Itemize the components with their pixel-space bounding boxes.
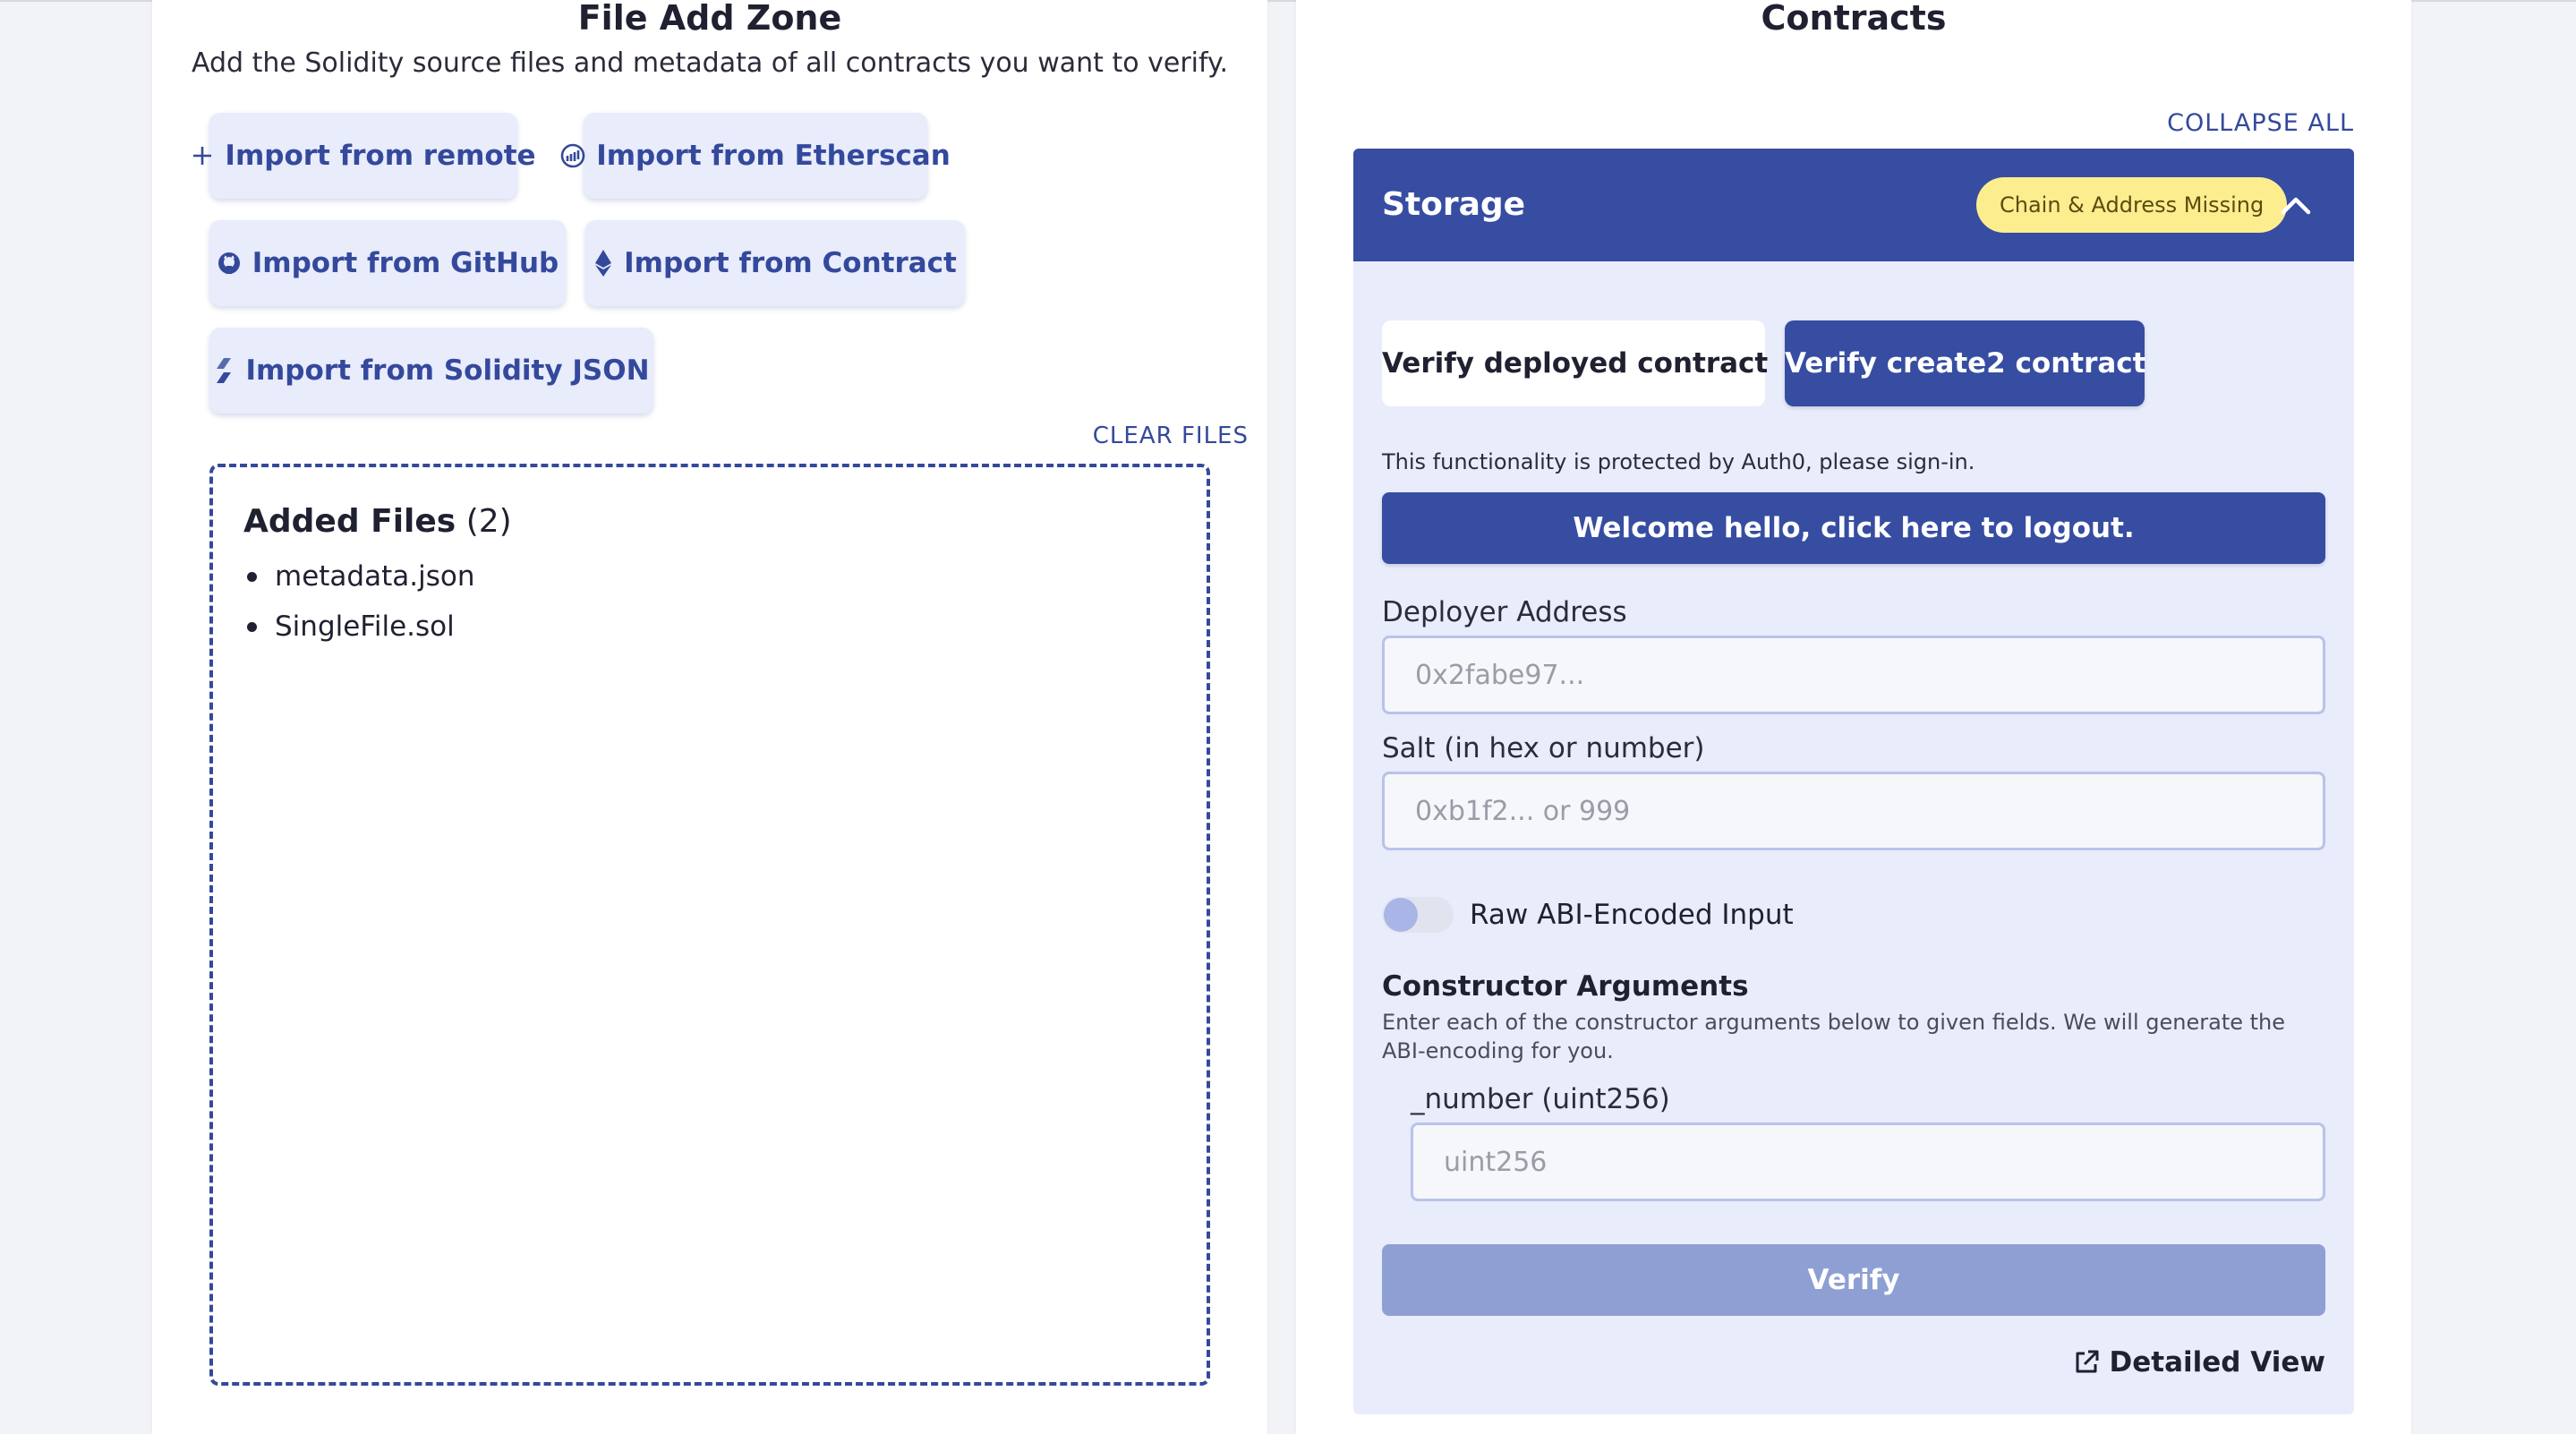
- chevron-up-icon[interactable]: [2273, 183, 2318, 227]
- detailed-view-label: Detailed View: [2109, 1346, 2326, 1379]
- added-files-heading: Added Files (2): [243, 503, 512, 540]
- raw-abi-toggle[interactable]: [1382, 897, 1454, 933]
- import-from-remote-label: Import from remote: [225, 140, 536, 172]
- contract-name: Storage: [1382, 186, 1526, 223]
- import-from-github-label: Import from GitHub: [252, 247, 559, 279]
- file-dropzone[interactable]: Added Files (2) metadata.json SingleFile…: [209, 464, 1210, 1386]
- auth-note: This functionality is protected by Auth0…: [1382, 449, 1975, 474]
- raw-abi-label: Raw ABI-Encoded Input: [1470, 899, 1794, 931]
- added-files-list: metadata.json SingleFile.sol: [243, 551, 474, 652]
- toggle-knob: [1384, 898, 1418, 932]
- added-files-count: (2): [465, 503, 512, 540]
- deployer-address-label: Deployer Address: [1382, 596, 1627, 628]
- etherscan-icon: [560, 143, 585, 168]
- number-arg-label: _number (uint256): [1411, 1083, 1670, 1115]
- constructor-arguments-title: Constructor Arguments: [1382, 970, 1749, 1003]
- external-link-icon: [2076, 1350, 2098, 1373]
- verify-button[interactable]: Verify: [1382, 1244, 2325, 1316]
- added-files-title: Added Files: [243, 503, 456, 540]
- import-from-etherscan-button[interactable]: Import from Etherscan: [560, 113, 951, 199]
- collapse-all-button[interactable]: COLLAPSE ALL: [2155, 109, 2354, 137]
- contracts-panel: Contracts COLLAPSE ALL Storage Chain & A…: [1296, 0, 2411, 1434]
- file-list-item: SingleFile.sol: [243, 602, 474, 652]
- constructor-arguments-description: Enter each of the constructor arguments …: [1382, 1010, 2286, 1063]
- import-from-github-button[interactable]: Import from GitHub: [209, 220, 566, 306]
- file-add-zone-panel: File Add Zone Add the Solidity source fi…: [152, 0, 1267, 1434]
- file-list-item: metadata.json: [243, 551, 474, 602]
- ethereum-icon: [595, 250, 612, 277]
- import-from-contract-label: Import from Contract: [624, 247, 957, 279]
- salt-input[interactable]: [1382, 772, 2325, 850]
- file-add-zone-title: File Add Zone: [577, 0, 842, 38]
- contracts-title: Contracts: [1761, 0, 1947, 38]
- solidity-icon: [217, 358, 232, 383]
- verify-create2-contract-button[interactable]: Verify create2 contract: [1785, 320, 2146, 406]
- detailed-view-link[interactable]: Detailed View: [2072, 1346, 2326, 1379]
- file-add-zone-subtitle: Add the Solidity source files and metada…: [191, 47, 1229, 79]
- contract-card: Storage Chain & Address Missing Verify d…: [1353, 149, 2354, 1414]
- import-from-remote-button[interactable]: Import from remote: [193, 113, 536, 199]
- salt-label: Salt (in hex or number): [1382, 732, 1705, 764]
- verify-deployed-contract-button[interactable]: Verify deployed contract: [1382, 320, 1768, 406]
- import-from-etherscan-label: Import from Etherscan: [596, 140, 951, 172]
- contract-card-header[interactable]: Storage Chain & Address Missing: [1353, 149, 2354, 261]
- github-icon: [218, 252, 240, 274]
- logout-button[interactable]: Welcome hello, click here to logout.: [1382, 492, 2325, 564]
- import-from-solidity-json-button[interactable]: Import from Solidity JSON: [209, 328, 653, 414]
- status-badge: Chain & Address Missing: [1976, 177, 2288, 233]
- import-from-contract-button[interactable]: Import from Contract: [585, 220, 965, 306]
- import-from-solidity-json-label: Import from Solidity JSON: [245, 354, 650, 387]
- clear-files-button[interactable]: CLEAR FILES: [1061, 423, 1249, 449]
- number-arg-input[interactable]: [1411, 1122, 2325, 1201]
- plus-icon: [193, 147, 212, 165]
- deployer-address-input[interactable]: [1382, 636, 2325, 714]
